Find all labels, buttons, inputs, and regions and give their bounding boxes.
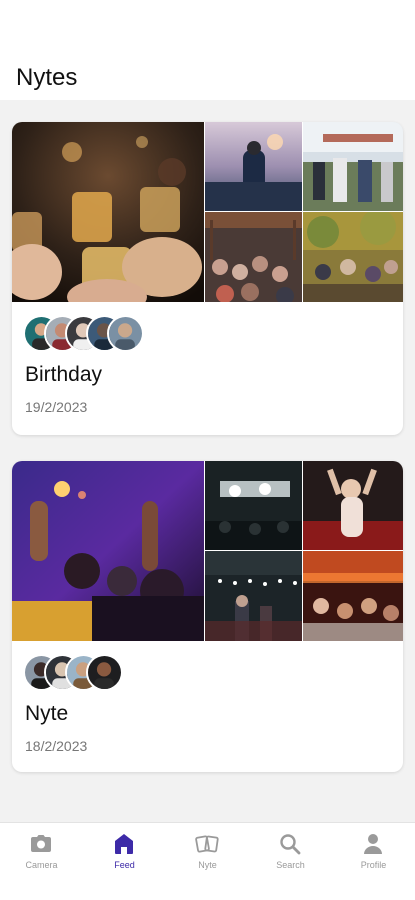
photo-bar-crowd [303,551,403,641]
card-title: Nyte [25,702,69,725]
photo-outdoor-party [303,122,403,211]
card-date: 19/2/2023 [25,399,88,415]
page-title: Nytes [16,64,78,91]
camera-icon [29,832,53,856]
photo-collage[interactable] [12,122,403,302]
nyte-card-birthday[interactable]: Birthday 19/2/2023 [12,122,403,435]
tab-feed[interactable]: Feed [83,823,166,900]
header: Nytes [0,0,415,100]
card-date: 18/2/2023 [25,738,88,754]
home-icon [112,832,136,856]
photo-crowd [205,212,302,302]
photo-stage [205,461,302,550]
card-title: Birthday [25,363,103,386]
tab-camera[interactable]: Camera [0,823,83,900]
tab-label: Profile [360,860,387,870]
nyte-card-nyte[interactable]: Nyte 18/2/2023 [12,461,403,772]
tab-search[interactable]: Search [249,823,332,900]
avatar [86,654,123,691]
photo-club-crowd [12,461,204,641]
search-icon [278,832,302,856]
tab-label: Feed [114,860,135,870]
photo-garden-gathering [303,212,403,302]
photo-concert [205,122,302,211]
avatar [107,315,144,352]
photo-cheers [12,122,204,302]
photo-dancer [303,461,403,550]
feed-list[interactable]: Birthday 19/2/2023 Nyte 18/2/2023 [0,100,415,822]
photos-icon [195,832,219,856]
bottom-tab-bar: Camera Feed Nyte Search Profile [0,822,415,900]
photo-club-lights [205,551,302,641]
tab-label: Search [276,860,305,870]
tab-label: Camera [25,860,58,870]
tab-label: Nyte [198,860,217,870]
tab-nyte[interactable]: Nyte [166,823,249,900]
person-icon [361,832,385,856]
tab-profile[interactable]: Profile [332,823,415,900]
photo-collage[interactable] [12,461,403,641]
